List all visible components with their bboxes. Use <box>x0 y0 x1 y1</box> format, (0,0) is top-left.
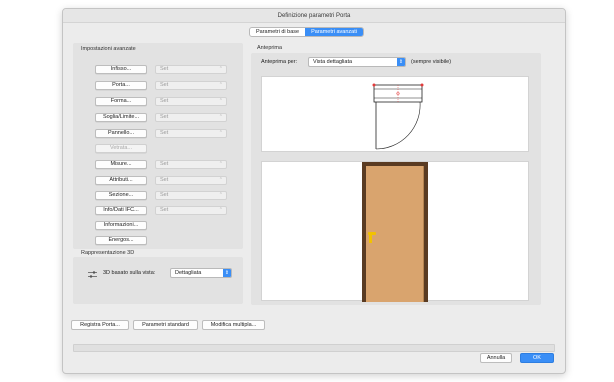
dimensions-select[interactable]: Set ⌃ <box>155 160 227 169</box>
door-plan-drawing <box>372 83 424 150</box>
door-button[interactable]: Porta... <box>95 81 147 90</box>
preview-view-select[interactable]: Vista dettagliata ⇕ <box>308 57 406 67</box>
register-door-button[interactable]: Registra Porta... <box>71 320 129 330</box>
stepper-icon: ⌃ <box>218 98 223 104</box>
rep3d-label: 3D basato sulla vista: <box>103 270 156 276</box>
stepper-icon: ⇕ <box>397 58 405 66</box>
ok-button[interactable]: OK <box>520 353 554 363</box>
rep3d-title: Rappresentazione 3D <box>81 250 135 256</box>
preview-title: Anteprima <box>257 45 283 51</box>
stepper-icon: ⌃ <box>218 207 223 213</box>
panel-select[interactable]: Set ⌃ <box>155 129 227 138</box>
door-select[interactable]: Set ⌃ <box>155 81 227 90</box>
section-select[interactable]: Set ⌃ <box>155 191 227 200</box>
tab-advanced-parameters[interactable]: Parametri avanzati <box>305 28 363 36</box>
attributes-button[interactable]: Attributi... <box>95 176 147 185</box>
tab-basic-parameters[interactable]: Parametri di base <box>250 28 305 36</box>
preview-panel: Anteprima per: Vista dettagliata ⇕ (sempr… <box>251 53 541 305</box>
shape-select[interactable]: Set ⌃ <box>155 97 227 106</box>
stepper-icon: ⌃ <box>218 161 223 167</box>
attributes-select[interactable]: Set ⌃ <box>155 176 227 185</box>
rep3d-view-select[interactable]: Dettagliata ⇕ <box>170 268 232 278</box>
sliders-icon <box>88 271 97 278</box>
multiple-edit-button[interactable]: Modifica multipla... <box>202 320 265 330</box>
stepper-icon: ⌃ <box>218 82 223 88</box>
window-title: Definizione parametri Porta <box>63 9 565 23</box>
3d-preview <box>261 161 529 302</box>
stepper-icon: ⌃ <box>218 177 223 183</box>
stepper-icon: ⌃ <box>218 130 223 136</box>
energos-button[interactable]: Energos... <box>95 236 147 245</box>
threshold-button[interactable]: Soglia/Limite... <box>95 113 147 122</box>
threshold-select[interactable]: Set ⌃ <box>155 113 227 122</box>
plan-preview <box>261 76 529 152</box>
standard-parameters-button[interactable]: Parametri standard <box>133 320 198 330</box>
progress-bar <box>73 344 555 352</box>
door-parameters-dialog: Definizione parametri Porta Parametri di… <box>62 8 566 374</box>
frame-select[interactable]: Set ⌃ <box>155 65 227 74</box>
preview-for-label: Anteprima per: <box>261 59 298 65</box>
advanced-settings-title: Impostazioni avanzate <box>81 46 136 52</box>
preview-note: (sempre visibile) <box>411 59 452 65</box>
glazing-button: Vetrata... <box>95 144 147 153</box>
rep3d-panel: 3D basato sulla vista: Dettagliata ⇕ <box>73 257 243 304</box>
stepper-icon: ⌃ <box>218 192 223 198</box>
ifc-data-select[interactable]: Set ⌃ <box>155 206 227 215</box>
stepper-icon: ⌃ <box>218 66 223 72</box>
door-lock-icon <box>369 234 372 243</box>
stepper-icon: ⌃ <box>218 114 223 120</box>
dimensions-button[interactable]: Misure... <box>95 160 147 169</box>
advanced-settings-panel: Impostazioni avanzate Infisso... Set ⌃ Po… <box>73 43 243 249</box>
stepper-icon: ⇕ <box>223 269 231 277</box>
cancel-button[interactable]: Annulla <box>480 353 512 363</box>
section-button[interactable]: Sezione... <box>95 191 147 200</box>
shape-button[interactable]: Forma... <box>95 97 147 106</box>
information-button[interactable]: Informazioni... <box>95 221 147 230</box>
panel-button[interactable]: Pannello... <box>95 129 147 138</box>
tab-switcher: Parametri di base Parametri avanzati <box>249 27 364 37</box>
ifc-data-button[interactable]: Info/Dati IFC... <box>95 206 147 215</box>
frame-button[interactable]: Infisso... <box>95 65 147 74</box>
